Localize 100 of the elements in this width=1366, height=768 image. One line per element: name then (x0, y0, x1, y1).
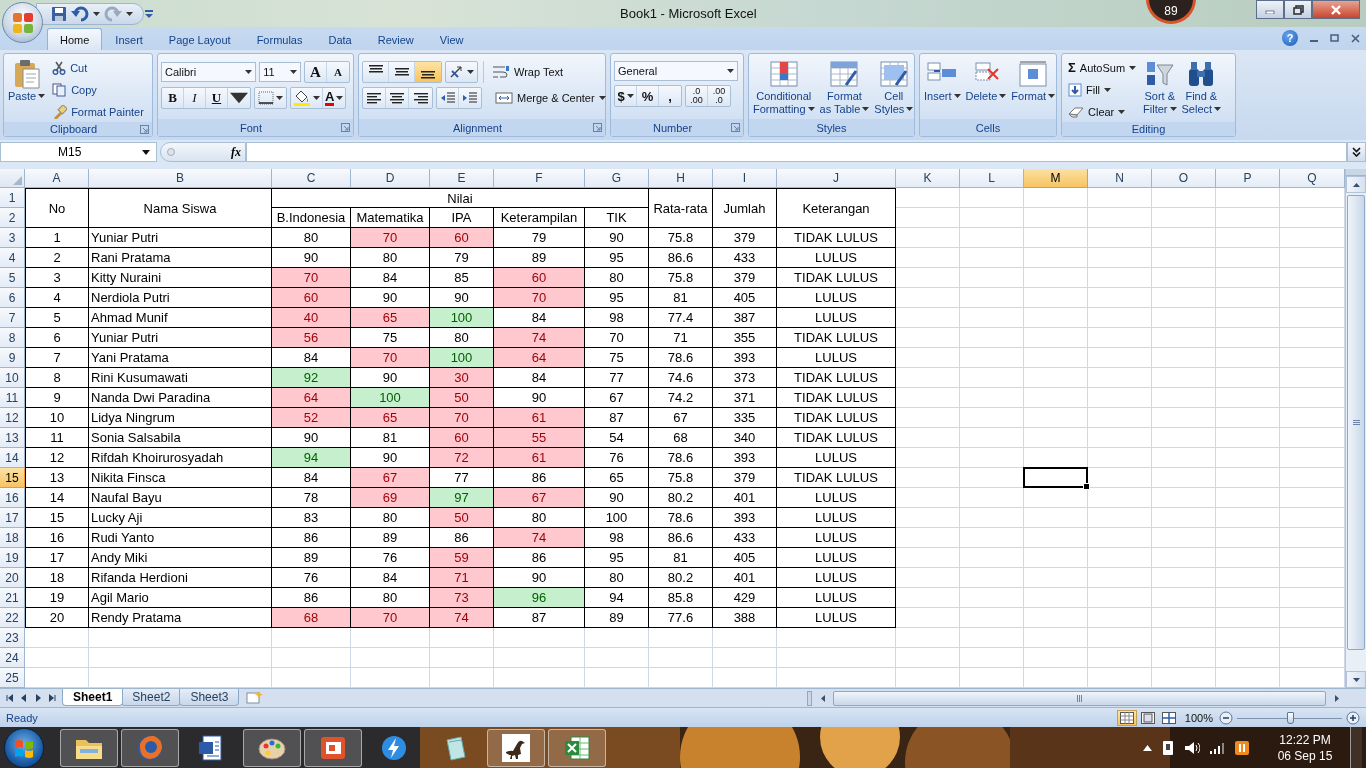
fill-button[interactable]: Fill (1065, 79, 1140, 100)
ribbon-tab[interactable]: Home (47, 28, 103, 50)
dialog-launcher-icon[interactable] (731, 123, 740, 132)
find-select-button[interactable]: Find & Select (1180, 57, 1223, 122)
paste-button[interactable]: Paste (7, 57, 47, 122)
comma-button[interactable]: , (659, 86, 681, 106)
scroll-down-button[interactable] (1346, 671, 1366, 688)
row-header[interactable]: 21 (0, 588, 25, 608)
save-icon[interactable] (51, 5, 67, 22)
taskbar-button[interactable] (304, 728, 362, 767)
row-header[interactable]: 3 (0, 228, 25, 248)
underline-button[interactable]: U (206, 88, 228, 108)
row-header[interactable]: 25 (0, 668, 25, 688)
show-desktop-button[interactable] (1350, 727, 1362, 768)
column-header[interactable]: O (1152, 169, 1216, 188)
restore-button[interactable] (1284, 0, 1312, 19)
dialog-launcher-icon[interactable] (593, 123, 602, 132)
ribbon-tab[interactable]: View (426, 28, 477, 50)
row-header[interactable]: 16 (0, 488, 25, 508)
view-button[interactable] (1116, 709, 1137, 726)
grow-font-button[interactable]: A (305, 62, 327, 82)
sort-filter-button[interactable]: Sort & Filter (1142, 57, 1178, 122)
row-header[interactable]: 8 (0, 328, 25, 348)
device-icon[interactable] (1161, 739, 1175, 756)
cut-button[interactable]: Cut (49, 57, 147, 78)
ribbon-tab[interactable]: Page Layout (155, 28, 244, 50)
wrap-text-button[interactable]: Wrap Text (489, 61, 567, 83)
restore-icon[interactable] (1330, 34, 1339, 42)
autosum-button[interactable]: Σ AutoSum (1065, 57, 1140, 78)
close-icon[interactable] (1351, 33, 1360, 43)
zoom-in-icon[interactable] (1346, 710, 1360, 725)
row-header[interactable]: 2 (0, 208, 25, 228)
row-header[interactable]: 20 (0, 568, 25, 588)
number-format-field[interactable]: General (614, 61, 738, 81)
row-header[interactable]: 14 (0, 448, 25, 468)
column-header[interactable]: K (896, 169, 960, 188)
dialog-launcher-icon[interactable] (140, 124, 149, 134)
merge-center-button[interactable]: Merge & Center (492, 87, 609, 109)
row-header[interactable]: 11 (0, 388, 25, 408)
shrink-font-button[interactable]: A (327, 62, 349, 82)
row-header[interactable]: 15 (0, 468, 25, 488)
last-sheet-icon[interactable] (48, 694, 56, 702)
increase-decimal-button[interactable]: .0 .00 (686, 86, 708, 106)
row-header[interactable]: 4 (0, 248, 25, 268)
column-header[interactable]: I (713, 169, 777, 188)
row-header[interactable]: 10 (0, 368, 25, 388)
taskbar-button[interactable] (243, 728, 301, 767)
column-header[interactable]: J (777, 169, 896, 188)
row-header[interactable]: 13 (0, 428, 25, 448)
row-header[interactable]: 19 (0, 548, 25, 568)
dialog-launcher-icon[interactable] (341, 123, 350, 132)
format-cells-button[interactable]: Format (1010, 57, 1057, 119)
format-as-table-button[interactable]: Format as Table (818, 57, 871, 119)
taskbar-button[interactable] (548, 728, 606, 767)
previous-sheet-icon[interactable] (20, 694, 28, 702)
first-sheet-icon[interactable] (6, 694, 14, 702)
slider-thumb[interactable] (1286, 711, 1294, 724)
column-header[interactable]: P (1216, 169, 1280, 188)
row-header[interactable]: 24 (0, 648, 25, 668)
next-sheet-icon[interactable] (34, 694, 42, 702)
row-header[interactable]: 9 (0, 348, 25, 368)
ribbon-tab[interactable]: Review (364, 28, 427, 50)
row-header[interactable]: 22 (0, 608, 25, 628)
borders-button[interactable] (254, 87, 287, 109)
scrollbar-thumb[interactable] (1347, 195, 1365, 650)
row-header[interactable]: 6 (0, 288, 25, 308)
scrollbar-thumb[interactable] (833, 690, 1326, 706)
signal-icon[interactable] (1209, 741, 1225, 754)
minimize-button[interactable] (1256, 0, 1284, 19)
conditional-formatting-button[interactable]: Conditional Formatting (752, 57, 816, 119)
row-header[interactable]: 18 (0, 528, 25, 548)
copy-button[interactable]: Copy (49, 79, 147, 100)
ribbon-tab[interactable]: Insert (102, 28, 156, 50)
column-header[interactable]: N (1088, 169, 1152, 188)
bold-button[interactable]: B (162, 88, 184, 108)
delete-cells-button[interactable]: Delete (964, 57, 1008, 119)
column-header[interactable]: Q (1280, 169, 1345, 188)
font-name-field[interactable]: Calibri (161, 62, 257, 82)
cell-styles-button[interactable]: Cell Styles (873, 57, 915, 119)
sheet-tab[interactable]: Sheet2 (121, 689, 182, 706)
column-header[interactable]: E (430, 169, 494, 188)
column-header[interactable]: D (351, 169, 430, 188)
name-box[interactable]: M15 (0, 142, 157, 162)
row-header[interactable]: 17 (0, 508, 25, 528)
sheet-tab[interactable]: Sheet1 (62, 689, 124, 706)
percent-button[interactable]: % (637, 86, 659, 106)
format-painter-button[interactable]: Format Painter (49, 101, 147, 122)
scroll-up-button[interactable] (1346, 176, 1366, 193)
row-header[interactable]: 12 (0, 408, 25, 428)
expand-button[interactable] (1347, 142, 1366, 162)
ribbon-tab[interactable]: Data (315, 28, 365, 50)
currency-button[interactable]: $ (615, 86, 637, 106)
close-button[interactable] (1312, 0, 1360, 19)
taskbar-button[interactable] (487, 728, 545, 767)
taskbar-button[interactable] (60, 728, 118, 767)
up-arrow-icon[interactable] (1143, 744, 1152, 751)
align-button[interactable] (415, 62, 441, 82)
orientation-button[interactable] (445, 61, 478, 83)
font-size-field[interactable]: 11 (259, 62, 301, 82)
column-header[interactable]: A (25, 169, 89, 188)
